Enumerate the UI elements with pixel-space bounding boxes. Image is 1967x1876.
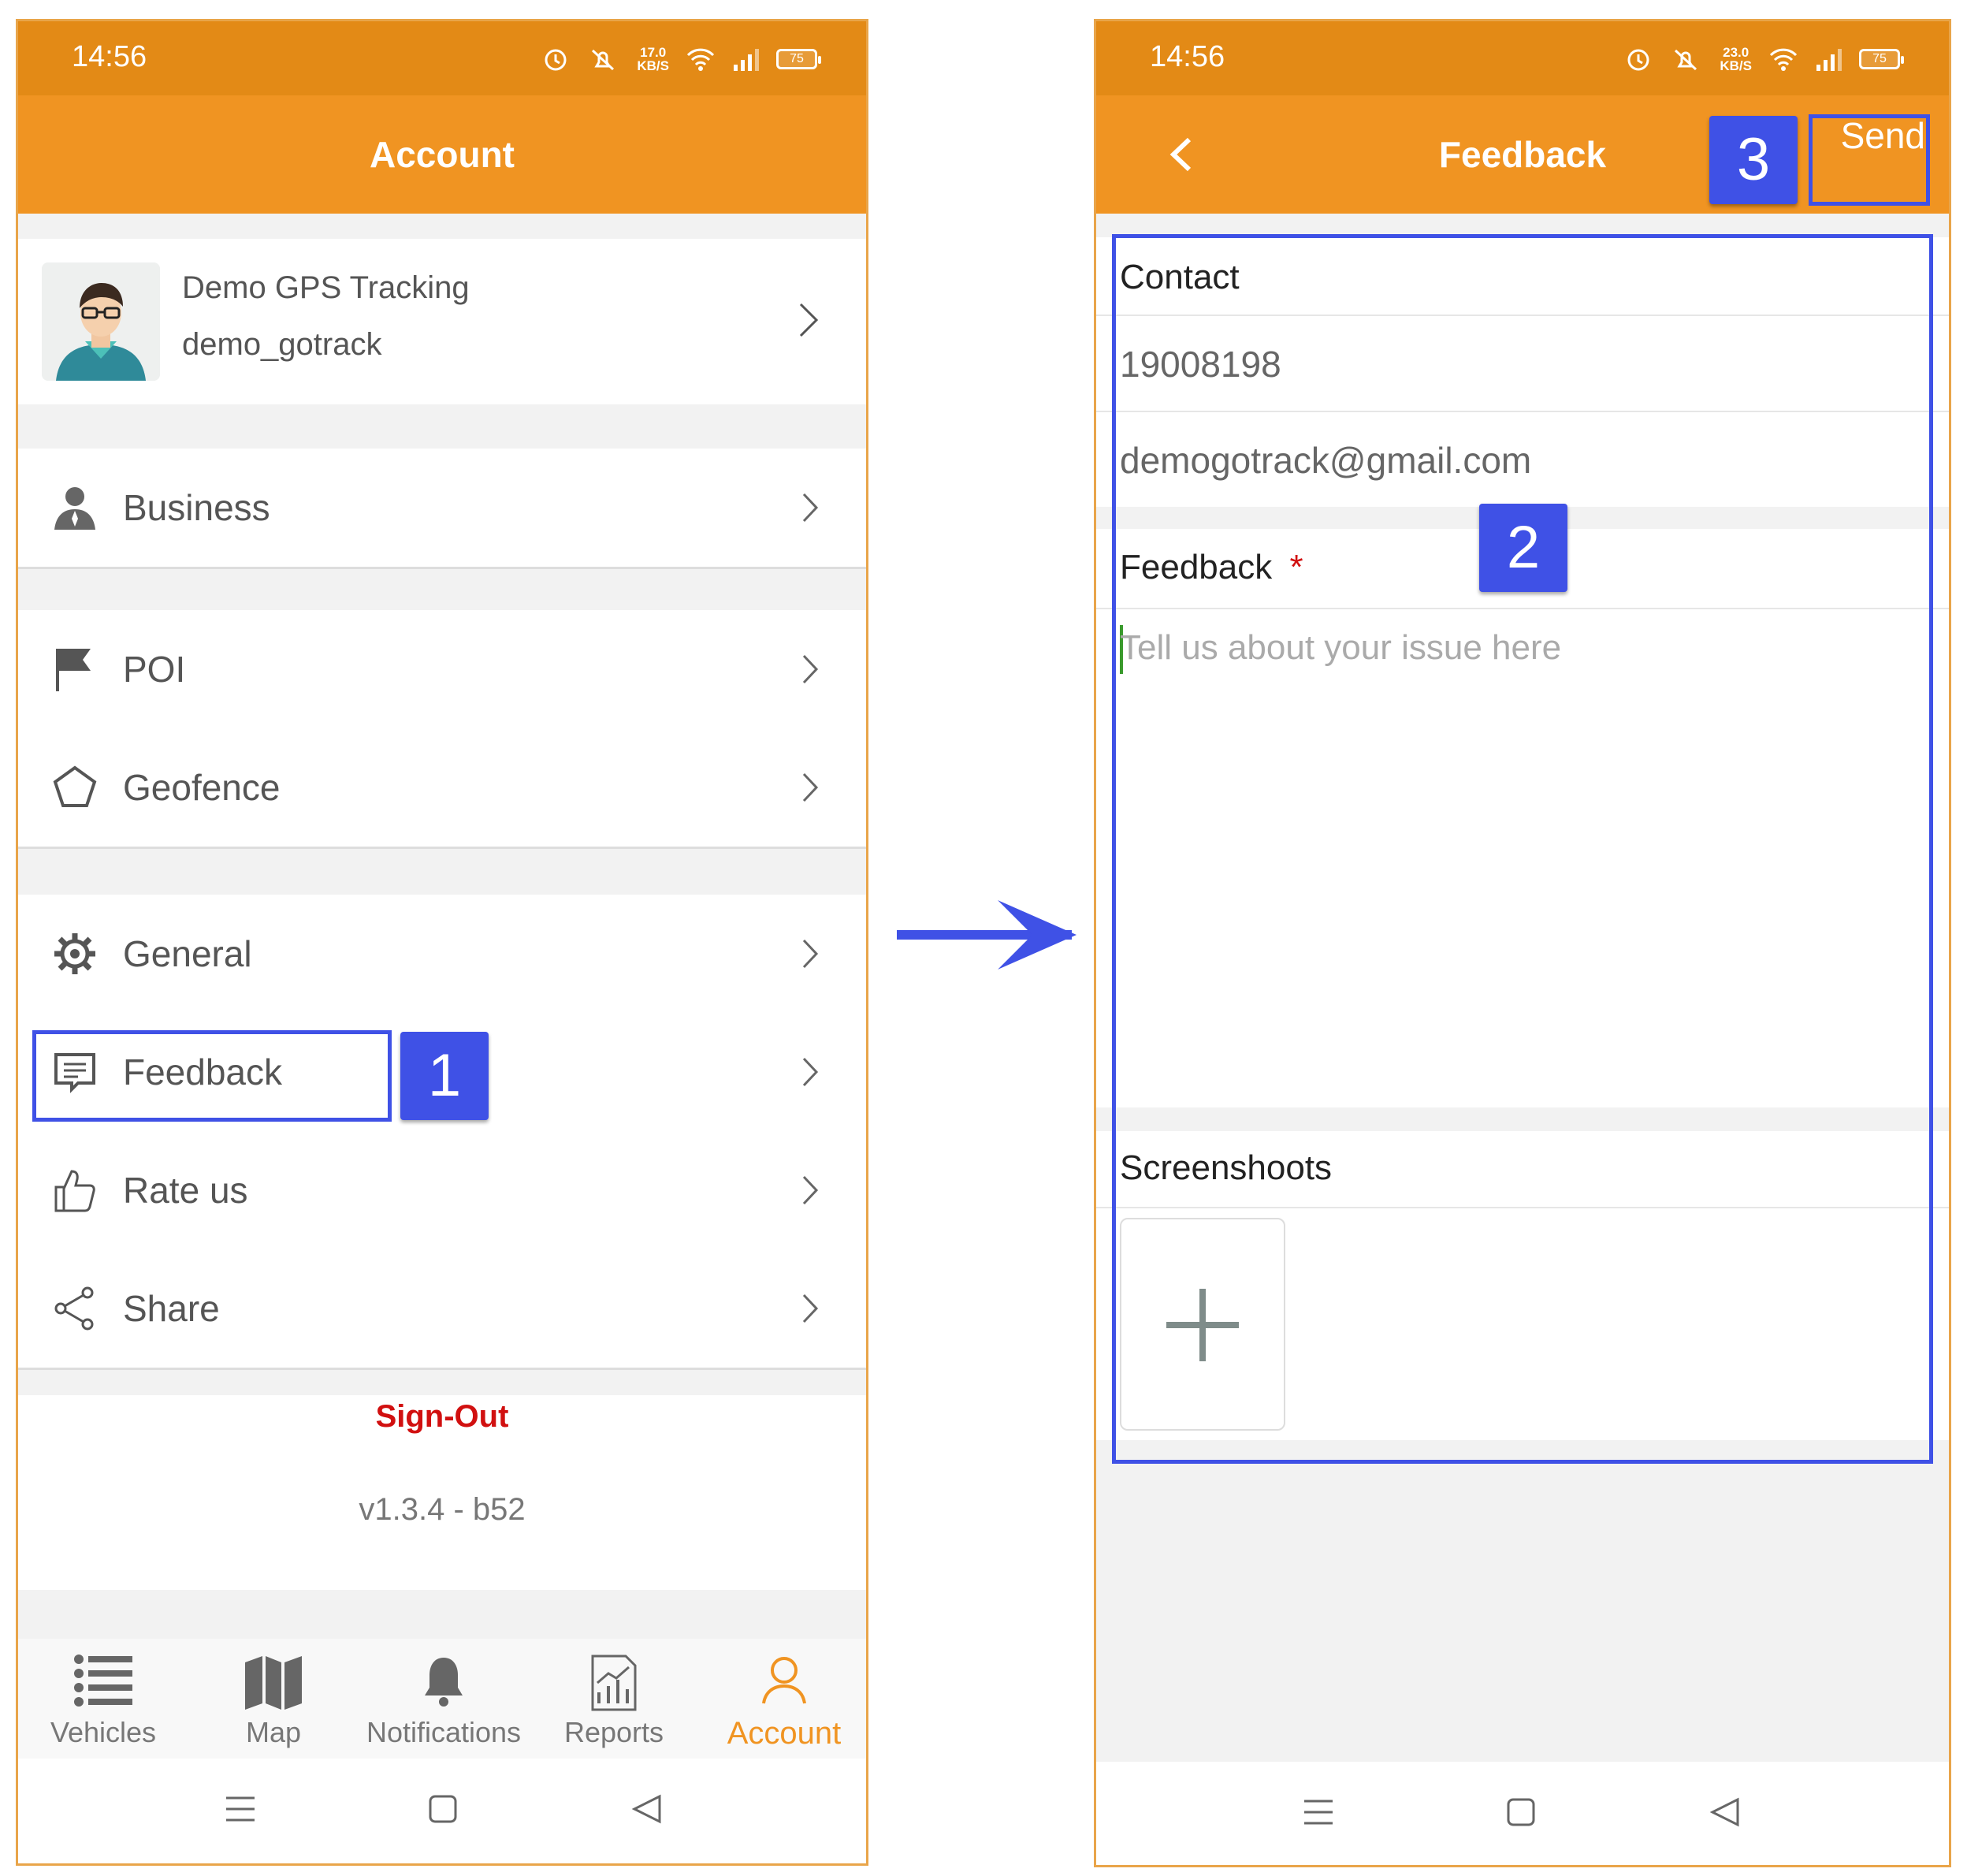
annotation-badge-3: 3: [1709, 116, 1798, 204]
status-bar: 14:56 17.0 KB/S 75: [18, 21, 866, 95]
arrow-right-icon: [897, 900, 1076, 970]
section-gap: [18, 214, 866, 239]
signal-icon: [734, 49, 759, 71]
tab-label: Map: [245, 1716, 302, 1748]
tab-label: Reports: [563, 1716, 664, 1748]
menu-item-label: POI: [123, 649, 186, 690]
status-bar: 14:56 23.0 KB/S 75: [1096, 21, 1949, 95]
profile-username: demo_gotrack: [182, 327, 382, 362]
page-title: Account: [370, 134, 515, 175]
chevron-right-icon: [802, 772, 819, 802]
account-screen: 14:56 17.0 KB/S 75 Account Demo GPS Trac…: [16, 19, 868, 1866]
alarm-icon: [545, 49, 567, 71]
sign-out-button[interactable]: Sign-Out: [18, 1399, 866, 1435]
section-gap: [18, 1370, 866, 1395]
tab-label: Vehicles: [50, 1716, 157, 1748]
battery-icon: 75: [776, 49, 821, 69]
chevron-right-icon: [799, 303, 819, 337]
menu-item-poi[interactable]: POI: [18, 610, 866, 728]
pentagon-icon: [53, 765, 97, 807]
back-icon[interactable]: [631, 1793, 663, 1825]
menu-item-label: Share: [123, 1288, 220, 1329]
mute-icon: [592, 49, 615, 71]
bell-icon: [425, 1658, 463, 1707]
network-speed: 17.0 KB/S: [637, 45, 669, 73]
empty-area: [1096, 1440, 1949, 1762]
chevron-right-icon: [802, 1175, 819, 1205]
tab-vehicles[interactable]: Vehicles: [18, 1639, 188, 1759]
thumbs-up-icon: [54, 1170, 95, 1212]
wifi-icon: [1769, 48, 1798, 71]
section-gap: [18, 404, 866, 449]
status-time: 14:56: [72, 40, 147, 73]
share-icon: [54, 1286, 94, 1331]
status-icons: 23.0 KB/S 75: [1625, 43, 1904, 75]
account-icon: [762, 1657, 806, 1704]
tab-label: Account: [727, 1716, 842, 1751]
menu-icon[interactable]: [225, 1793, 256, 1825]
section-gap: [18, 569, 866, 610]
chevron-right-icon: [802, 1057, 819, 1087]
section-gap: [18, 849, 866, 895]
battery-icon: 75: [1859, 49, 1904, 69]
profile-name: Demo GPS Tracking: [182, 270, 470, 305]
tab-notifications[interactable]: Notifications: [359, 1639, 529, 1759]
menu-item-business[interactable]: Business: [18, 449, 866, 567]
menu-item-share[interactable]: Share: [18, 1249, 866, 1368]
tab-account[interactable]: Account: [699, 1639, 866, 1759]
chevron-right-icon: [802, 1293, 819, 1323]
annotation-badge-1: 1: [400, 1032, 489, 1120]
status-time: 14:56: [1150, 40, 1225, 73]
tab-reports[interactable]: Reports: [529, 1639, 699, 1759]
menu-item-general[interactable]: General: [18, 895, 866, 1013]
reports-icon: [591, 1655, 637, 1711]
menu-item-label: Geofence: [123, 767, 281, 808]
tab-label: Notifications: [366, 1716, 522, 1748]
menu-item-geofence[interactable]: Geofence: [18, 728, 866, 847]
alarm-icon: [1627, 49, 1649, 71]
avatar: [42, 262, 160, 381]
feedback-screen: 14:56 23.0 KB/S 75 Feedback Send Contact …: [1094, 19, 1951, 1867]
tab-map[interactable]: Map: [188, 1639, 359, 1759]
wifi-icon: [686, 48, 715, 71]
section-gap: [18, 1590, 866, 1639]
bottom-tab-bar: Vehicles Map Notifications Reports Accou…: [18, 1639, 866, 1759]
home-icon[interactable]: [428, 1793, 458, 1825]
menu-item-label: General: [123, 933, 252, 974]
annotation-badge-2: 2: [1479, 504, 1567, 592]
status-icons: 17.0 KB/S 75: [542, 43, 821, 75]
app-bar: Account: [18, 95, 866, 214]
list-icon: [74, 1655, 132, 1707]
annotation-box-3: [1809, 114, 1930, 206]
annotation-box-1: [32, 1030, 392, 1122]
profile-card[interactable]: Demo GPS Tracking demo_gotrack: [18, 239, 866, 404]
system-nav-bar: [18, 1759, 866, 1863]
annotation-box-2: [1112, 234, 1933, 1464]
gear-icon: [54, 933, 95, 974]
map-icon: [245, 1656, 302, 1710]
person-icon: [54, 487, 95, 530]
signal-icon: [1816, 49, 1842, 71]
chevron-right-icon: [802, 654, 819, 684]
network-speed: 23.0 KB/S: [1720, 45, 1752, 73]
avatar-icon: [42, 262, 160, 381]
chevron-right-icon: [802, 939, 819, 969]
flag-icon: [56, 649, 91, 691]
home-icon[interactable]: [1506, 1796, 1536, 1828]
back-icon[interactable]: [1709, 1796, 1741, 1828]
mute-icon: [1675, 49, 1697, 71]
menu-item-label: Business: [123, 487, 270, 528]
system-nav-bar: [1096, 1762, 1949, 1865]
chevron-right-icon: [802, 493, 819, 523]
menu-icon[interactable]: [1303, 1796, 1334, 1828]
menu-item-rate-us[interactable]: Rate us: [18, 1131, 866, 1249]
menu-item-label: Rate us: [123, 1170, 248, 1211]
app-version: v1.3.4 - b52: [359, 1492, 526, 1527]
